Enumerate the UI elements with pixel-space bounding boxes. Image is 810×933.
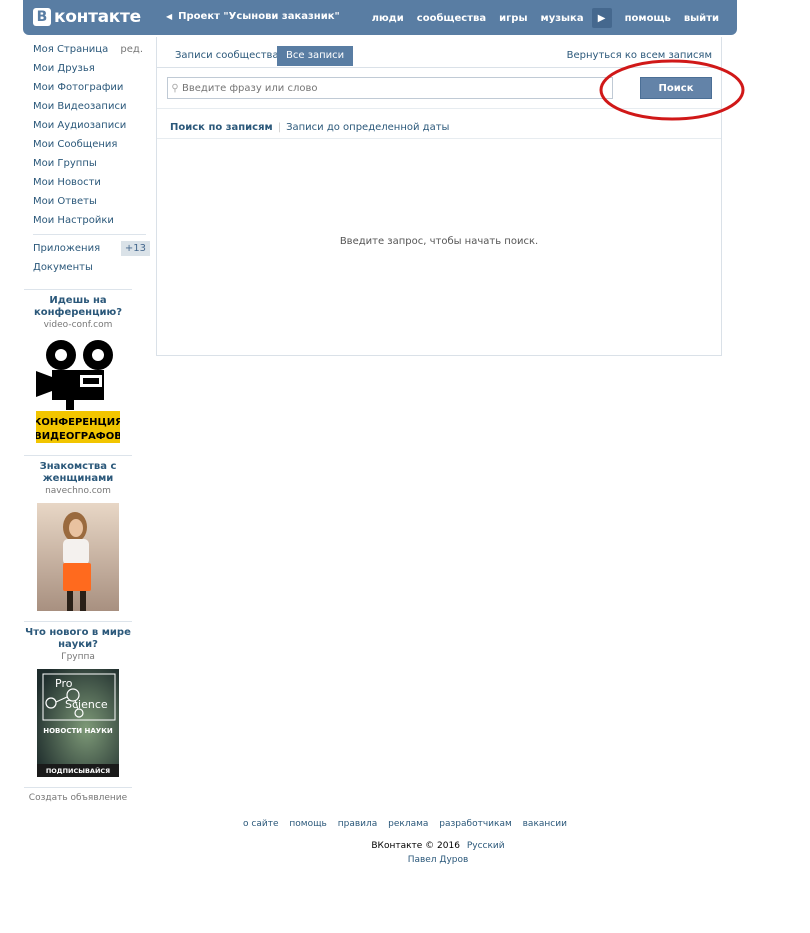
ad-image-text: ВИДЕОГРАФОВ <box>36 431 120 442</box>
nav-communities[interactable]: сообщества <box>417 13 486 24</box>
ad-domain: Группа <box>61 652 95 662</box>
ad-dating[interactable]: Знакомства с женщинами navechno.com <box>24 461 132 614</box>
search-input[interactable] <box>182 82 602 94</box>
ad-title[interactable]: Идешь на конференцию? <box>24 295 132 319</box>
sidebar-item-videos[interactable]: Мои Видеозаписи <box>24 97 150 116</box>
search-field[interactable]: ⚲ <box>167 77 613 99</box>
nav-people[interactable]: люди <box>372 13 404 24</box>
search-button[interactable]: Поиск <box>640 77 712 99</box>
create-ad-link[interactable]: Создать объявление <box>24 793 132 803</box>
footer-link-about[interactable]: о сайте <box>243 819 278 829</box>
ad-domain: navechno.com <box>45 486 111 496</box>
posts-before-date-link[interactable]: Записи до определенной даты <box>286 122 449 133</box>
back-arrow-icon: ◀ <box>166 12 173 21</box>
ad-domain: video-conf.com <box>43 320 113 330</box>
proscience-ad-image[interactable]: Pro Science НОВОСТИ НАУКИ ПОДПИСЫВАЙСЯ <box>37 669 119 777</box>
ad-title[interactable]: Знакомства с женщинами <box>24 461 132 485</box>
sidebar-item-groups[interactable]: Мои Группы <box>24 154 150 173</box>
apps-count-badge: +13 <box>120 241 150 256</box>
search-subnav: Поиск по записям | Записи до определенно… <box>157 109 721 139</box>
left-sidebar: Моя Страница ред. Мои Друзья Мои Фотогра… <box>24 40 150 277</box>
top-nav: люди сообщества игры музыка ▶ помощь вый… <box>359 8 719 28</box>
sidebar-item-label: Моя Страница <box>33 44 109 55</box>
search-row: ⚲ Поиск <box>157 68 721 109</box>
ads-block: Идешь на конференцию? video-conf.com КОН… <box>4 282 132 803</box>
footer-link-jobs[interactable]: вакансии <box>523 819 567 829</box>
sidebar-divider <box>33 234 146 235</box>
footer-author-link[interactable]: Павел Дуров <box>0 855 810 865</box>
ad-image-text: ПОДПИСЫВАЙСЯ <box>46 766 110 775</box>
top-header: В контакте ◀ Проект "Усынови заказник" л… <box>23 0 737 35</box>
vk-logo-text: контакте <box>54 7 141 27</box>
footer-link-help[interactable]: помощь <box>289 819 326 829</box>
vk-logo-icon: В <box>33 8 51 26</box>
footer-link-developers[interactable]: разработчикам <box>439 819 511 829</box>
ad-science[interactable]: Что нового в мире науки? Группа Pro Scie… <box>24 627 132 780</box>
back-to-group-link[interactable]: ◀ Проект "Усынови заказник" <box>166 11 340 22</box>
sidebar-item-documents[interactable]: Документы <box>24 258 150 277</box>
tab-all-posts[interactable]: Все записи <box>277 46 354 66</box>
copyright-text: ВКонтакте © 2016 <box>371 841 460 851</box>
nav-logout[interactable]: выйти <box>684 13 719 24</box>
empty-state-message: Введите запрос, чтобы начать поиск. <box>339 236 539 247</box>
footer-copyright: ВКонтакте © 2016 Русский <box>0 841 810 851</box>
nav-music[interactable]: музыка <box>541 13 584 24</box>
search-posts-tab[interactable]: Поиск по записям <box>170 122 273 133</box>
ad-image-text: КОНФЕРЕНЦИЯ <box>36 417 120 428</box>
edit-menu-link[interactable]: ред. <box>120 40 143 59</box>
ad-conference[interactable]: Идешь на конференцию? video-conf.com КОН… <box>24 295 132 448</box>
footer-links: о сайте помощь правила реклама разработч… <box>0 819 810 829</box>
ad-divider <box>24 289 132 290</box>
nav-help[interactable]: помощь <box>625 13 671 24</box>
ad-image-text: Pro <box>55 677 73 690</box>
tab-community-posts[interactable]: Записи сообщества <box>166 46 288 66</box>
ad-divider <box>24 455 132 456</box>
sidebar-item-settings[interactable]: Мои Настройки <box>24 211 150 230</box>
ad-image-text: Science <box>65 698 108 711</box>
back-to-all-posts-link[interactable]: Вернуться ко всем записям <box>567 50 712 61</box>
ad-image-text: НОВОСТИ НАУКИ <box>43 727 113 735</box>
ad-title[interactable]: Что нового в мире науки? <box>24 627 132 651</box>
sidebar-item-my-page[interactable]: Моя Страница ред. <box>24 40 150 59</box>
sidebar-item-friends[interactable]: Мои Друзья <box>24 59 150 78</box>
footer-link-ads[interactable]: реклама <box>388 819 428 829</box>
search-icon: ⚲ <box>171 82 179 94</box>
camera-ad-image[interactable]: КОНФЕРЕНЦИЯ ВИДЕОГРАФОВ <box>33 337 123 445</box>
play-icon[interactable]: ▶ <box>591 8 612 28</box>
tabs-bar: Записи сообщества Все записи Вернуться к… <box>157 37 721 68</box>
sidebar-item-label: Приложения <box>33 243 101 254</box>
language-link[interactable]: Русский <box>467 841 505 851</box>
sidebar-item-audio[interactable]: Мои Аудиозаписи <box>24 116 150 135</box>
vk-logo[interactable]: В контакте <box>33 6 141 28</box>
sidebar-item-news[interactable]: Мои Новости <box>24 173 150 192</box>
sidebar-item-apps[interactable]: Приложения +13 <box>24 239 150 258</box>
sidebar-item-messages[interactable]: Мои Сообщения <box>24 135 150 154</box>
ad-divider <box>24 787 132 788</box>
nav-games[interactable]: игры <box>499 13 527 24</box>
subnav-separator: | <box>277 122 282 133</box>
wall-search-panel: Записи сообщества Все записи Вернуться к… <box>156 37 722 356</box>
girl-photo-ad-image[interactable] <box>37 503 119 611</box>
back-link-label: Проект "Усынови заказник" <box>178 11 340 22</box>
ad-divider <box>24 621 132 622</box>
sidebar-item-answers[interactable]: Мои Ответы <box>24 192 150 211</box>
footer-link-rules[interactable]: правила <box>338 819 378 829</box>
sidebar-item-photos[interactable]: Мои Фотографии <box>24 78 150 97</box>
